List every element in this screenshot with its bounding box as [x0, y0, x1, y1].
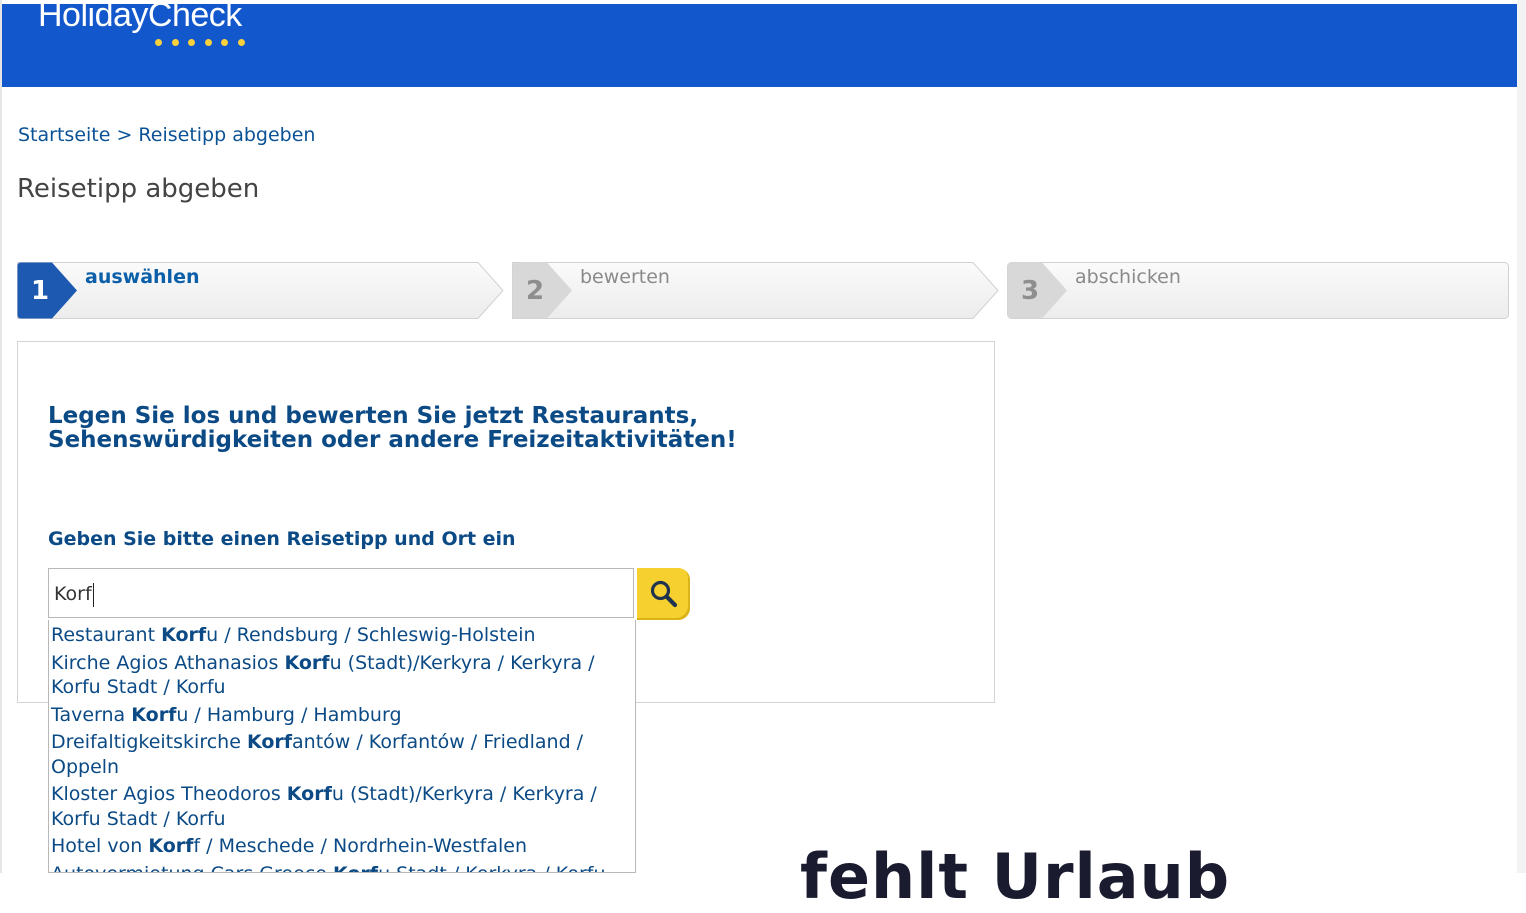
search-button[interactable]	[637, 568, 690, 620]
suggestion-item[interactable]: Dreifaltigkeitskirche Korfantów / Korfan…	[49, 730, 635, 779]
step-3-label: abschicken	[1075, 266, 1181, 288]
text-caret	[92, 582, 94, 607]
step-2-number: 2	[526, 276, 545, 306]
step-1-label: auswählen	[85, 266, 200, 288]
suggestion-item[interactable]: Hotel von Korff / Meschede / Nordrhein-W…	[49, 834, 635, 859]
site-header: HolidayCheck	[2, 0, 1517, 87]
search-label: Geben Sie bitte einen Reisetipp und Ort …	[48, 528, 516, 550]
suggestion-item[interactable]: Kirche Agios Athanasios Korfu (Stadt)/Ke…	[49, 651, 635, 700]
search-input[interactable]: Korf	[48, 568, 634, 618]
suggestion-item[interactable]: Autovermietung Cars Greece Korfu Stadt /…	[49, 862, 635, 873]
window-frame-left	[0, 0, 2, 873]
search-input-value: Korf	[54, 583, 92, 605]
suggestion-item[interactable]: Taverna Korfu / Hamburg / Hamburg	[49, 703, 635, 728]
autocomplete-dropdown: Restaurant Korfu / Rendsburg / Schleswig…	[48, 620, 636, 873]
holidaycheck-logo[interactable]: HolidayCheck	[38, 0, 242, 35]
suggestion-item[interactable]: Kloster Agios Theodoros Korfu (Stadt)/Ke…	[49, 782, 635, 831]
step-1-select: 1 auswählen	[17, 262, 504, 319]
step-3-submit: 3 abschicken	[1007, 262, 1509, 319]
page-title: Reisetipp abgeben	[17, 174, 260, 204]
step-1-number: 1	[31, 276, 50, 306]
scrollbar-track[interactable]	[1517, 0, 1526, 873]
suggestion-item[interactable]: Restaurant Korfu / Rendsburg / Schleswig…	[49, 620, 635, 648]
background-headline: fehlt Urlaub	[800, 840, 1231, 913]
step-2-rate: 2 bewerten	[512, 262, 999, 319]
search-icon	[650, 580, 677, 608]
step-2-label: bewerten	[580, 266, 670, 288]
panel-heading: Legen Sie los und bewerten Sie jetzt Res…	[48, 403, 737, 453]
progress-steps: 1 auswählen 2 bewerten 3 abschicken	[17, 262, 1509, 319]
breadcrumb-home-link[interactable]: Startseite	[18, 124, 110, 146]
breadcrumb-separator: >	[110, 124, 139, 146]
logo-dots-icon	[155, 39, 245, 46]
breadcrumb: Startseite > Reisetipp abgeben	[18, 124, 315, 146]
step-3-number: 3	[1021, 276, 1040, 306]
breadcrumb-current-link[interactable]: Reisetipp abgeben	[138, 124, 315, 146]
